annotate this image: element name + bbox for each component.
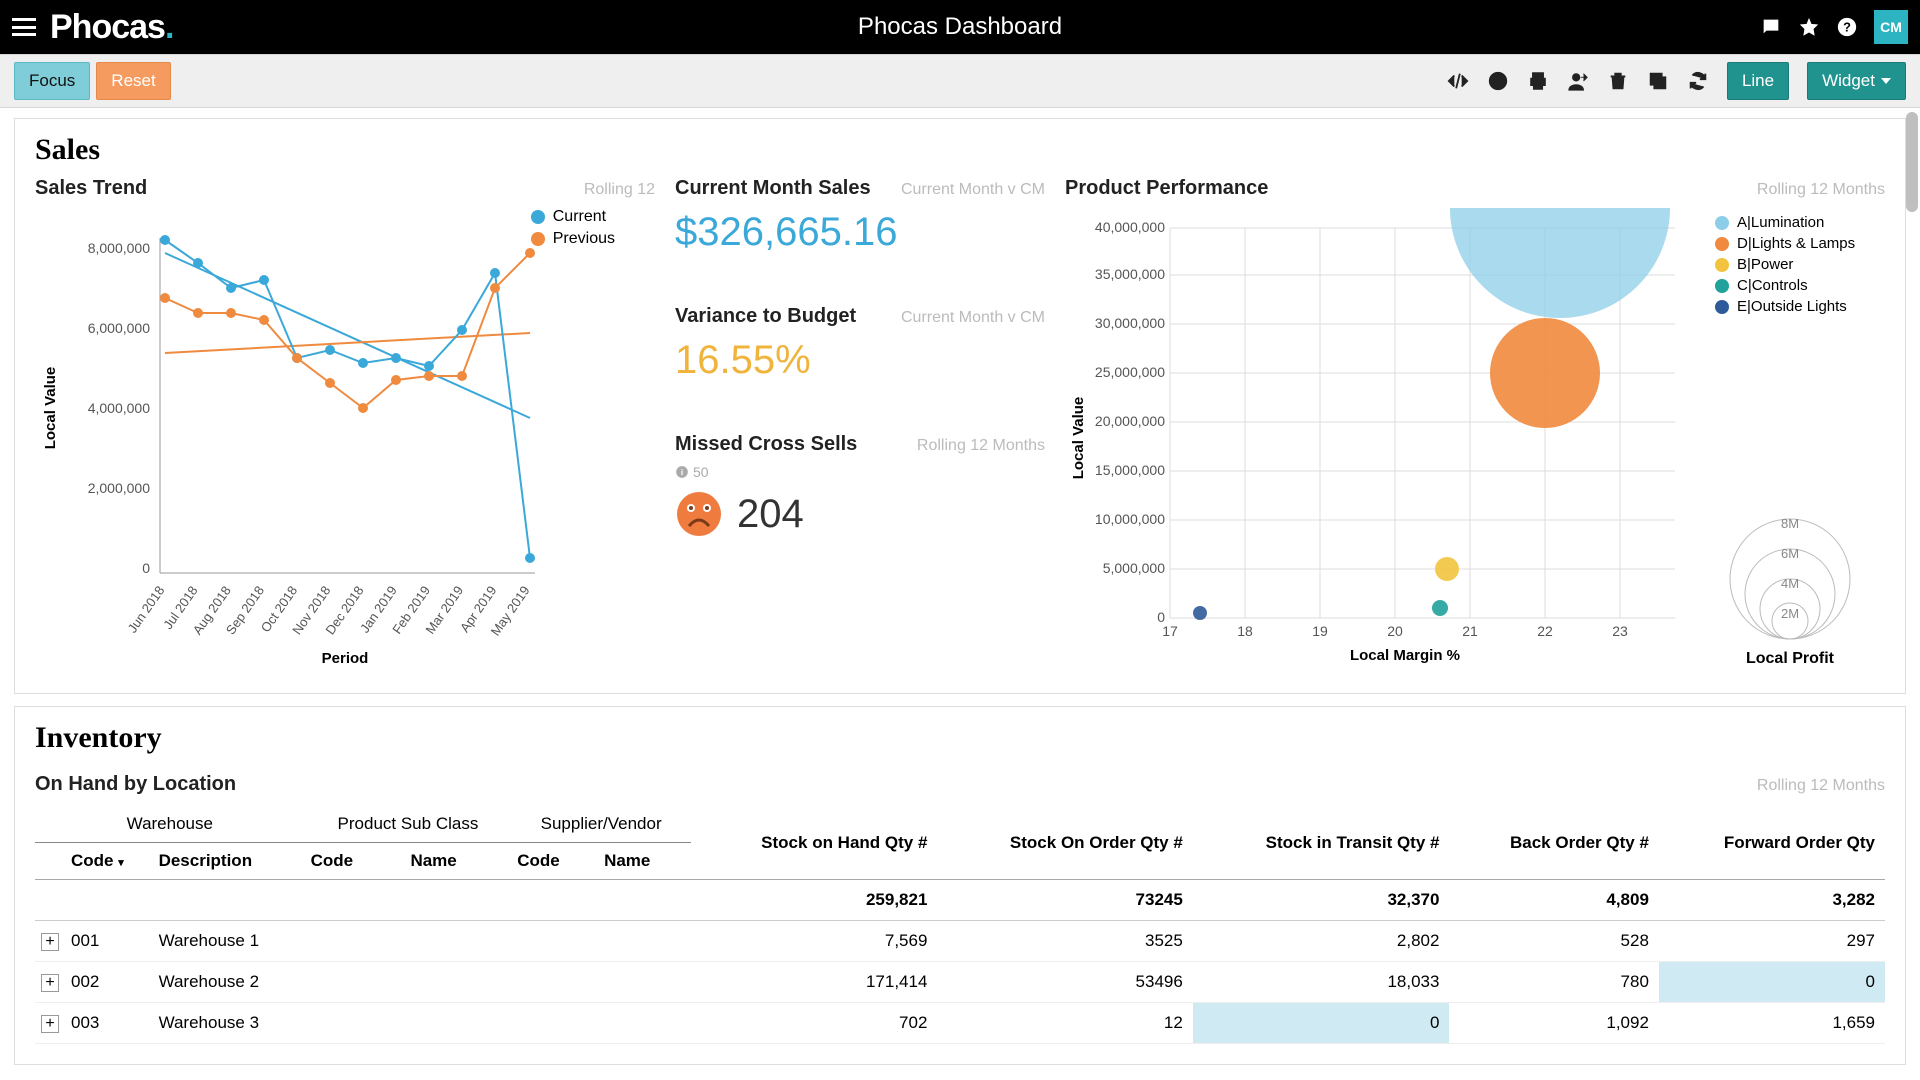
kpi-column: Current Month Sales Current Month v CM $… — [675, 177, 1045, 673]
svg-text:2M: 2M — [1781, 606, 1799, 621]
svg-text:10,000,000: 10,000,000 — [1095, 511, 1165, 527]
inventory-title: On Hand by Location — [35, 773, 236, 796]
expand-row-button[interactable]: + — [41, 1015, 59, 1033]
sales-trend-widget: Sales Trend Rolling 12 Current Previous … — [35, 177, 655, 673]
sales-trend-chart[interactable]: 0 2,000,000 4,000,000 6,000,000 8,000,00… — [35, 208, 655, 668]
svg-text:25,000,000: 25,000,000 — [1095, 364, 1165, 380]
svg-text:23: 23 — [1612, 623, 1628, 639]
svg-text:Period: Period — [322, 650, 369, 667]
content-area: Sales Sales Trend Rolling 12 Current Pre… — [0, 108, 1920, 1080]
chat-icon[interactable] — [1760, 16, 1782, 38]
svg-text:21: 21 — [1462, 623, 1478, 639]
table-row[interactable]: +002Warehouse 2171,4145349618,0337800 — [35, 962, 1885, 1003]
svg-text:6,000,000: 6,000,000 — [88, 320, 150, 336]
svg-text:?: ? — [1843, 20, 1851, 35]
cms-title: Current Month Sales — [675, 177, 871, 200]
svg-text:i: i — [681, 468, 683, 477]
page-title: Phocas Dashboard — [858, 13, 1062, 41]
widget-dropdown[interactable]: Widget — [1807, 62, 1906, 100]
svg-text:15,000,000: 15,000,000 — [1095, 462, 1165, 478]
svg-text:Local Value: Local Value — [42, 367, 59, 450]
miss-threshold: i 50 — [675, 464, 1045, 480]
user-avatar[interactable]: CM — [1874, 10, 1908, 44]
svg-text:20: 20 — [1387, 623, 1403, 639]
info-icon: i — [675, 465, 689, 479]
svg-text:5,000,000: 5,000,000 — [1103, 560, 1165, 576]
sales-trend-legend: Current Previous — [531, 208, 615, 252]
var-value: 16.55% — [675, 338, 1045, 383]
refresh-icon[interactable] — [1687, 70, 1709, 92]
sales-trend-title: Sales Trend — [35, 177, 147, 200]
star-icon[interactable] — [1798, 16, 1820, 38]
line-button[interactable]: Line — [1727, 62, 1789, 100]
perf-sub: Rolling 12 Months — [1757, 181, 1885, 199]
var-title: Variance to Budget — [675, 305, 856, 328]
table-row[interactable]: +003Warehouse 37021201,0921,659 — [35, 1003, 1885, 1044]
svg-text:4M: 4M — [1781, 576, 1799, 591]
table-total-row: 259,8217324532,3704,8093,282 — [35, 880, 1885, 921]
cms-value: $326,665.16 — [675, 210, 1045, 255]
svg-text:4,000,000: 4,000,000 — [88, 400, 150, 416]
svg-text:35,000,000: 35,000,000 — [1095, 266, 1165, 282]
reset-button[interactable]: Reset — [96, 62, 170, 100]
product-performance-widget: Product Performance Rolling 12 Months Lo… — [1065, 177, 1885, 673]
expand-row-button[interactable]: + — [41, 933, 59, 951]
app-logo: Phocas. — [50, 8, 179, 47]
toolbar: Focus Reset Line Widget — [0, 54, 1920, 108]
cms-sub: Current Month v CM — [901, 181, 1045, 199]
table-row[interactable]: +001Warehouse 17,56935252,802528297 — [35, 921, 1885, 962]
miss-sub: Rolling 12 Months — [917, 437, 1045, 455]
svg-text:2,000,000: 2,000,000 — [88, 480, 150, 496]
perf-title: Product Performance — [1065, 177, 1268, 200]
miss-value: 204 — [737, 492, 804, 537]
sales-section-title: Sales — [35, 133, 1885, 167]
miss-title: Missed Cross Sells — [675, 433, 857, 456]
svg-text:17: 17 — [1162, 623, 1178, 639]
trash-icon[interactable] — [1607, 70, 1629, 92]
hamburger-menu-icon[interactable] — [12, 18, 36, 36]
top-bar: Phocas. Phocas Dashboard ? CM — [0, 0, 1920, 54]
scrollbar-thumb[interactable] — [1906, 112, 1918, 212]
svg-text:Local Margin %: Local Margin % — [1350, 647, 1460, 664]
svg-text:20,000,000: 20,000,000 — [1095, 413, 1165, 429]
svg-text:Local Value: Local Value — [1070, 397, 1087, 480]
svg-text:8,000,000: 8,000,000 — [88, 240, 150, 256]
focus-button[interactable]: Focus — [14, 62, 90, 100]
print-icon[interactable] — [1527, 70, 1549, 92]
svg-text:0: 0 — [142, 560, 150, 576]
inventory-section-title: Inventory — [35, 721, 1885, 755]
sad-face-icon — [675, 490, 723, 538]
svg-text:6M: 6M — [1781, 546, 1799, 561]
copy-icon[interactable] — [1647, 70, 1669, 92]
inventory-subtitle: Rolling 12 Months — [1757, 777, 1885, 795]
svg-text:30,000,000: 30,000,000 — [1095, 315, 1165, 331]
svg-text:40,000,000: 40,000,000 — [1095, 219, 1165, 235]
chevron-down-icon — [1881, 78, 1891, 84]
svg-text:18: 18 — [1237, 623, 1253, 639]
svg-text:8M: 8M — [1781, 516, 1799, 531]
clock-icon[interactable] — [1487, 70, 1509, 92]
size-legend: 8M 6M 4M 2M Local Profit — [1715, 504, 1865, 668]
var-sub: Current Month v CM — [901, 309, 1045, 327]
svg-text:19: 19 — [1312, 623, 1328, 639]
sales-trend-subtitle: Rolling 12 — [584, 181, 655, 199]
svg-text:Jun 2018: Jun 2018 — [124, 583, 167, 635]
sales-panel: Sales Sales Trend Rolling 12 Current Pre… — [14, 118, 1906, 694]
product-performance-chart[interactable]: Local Value 05,000,00010,000,00015,000,0… — [1065, 208, 1705, 668]
expand-row-button[interactable]: + — [41, 974, 59, 992]
inventory-table[interactable]: Warehouse Product Sub Class Supplier/Ven… — [35, 806, 1885, 1044]
perf-legend: A|LuminationD|Lights & LampsB|PowerC|Con… — [1715, 214, 1865, 319]
svg-text:22: 22 — [1537, 623, 1553, 639]
user-share-icon[interactable] — [1567, 70, 1589, 92]
help-icon[interactable]: ? — [1836, 16, 1858, 38]
code-icon[interactable] — [1447, 70, 1469, 92]
inventory-panel: Inventory On Hand by Location Rolling 12… — [14, 706, 1906, 1065]
